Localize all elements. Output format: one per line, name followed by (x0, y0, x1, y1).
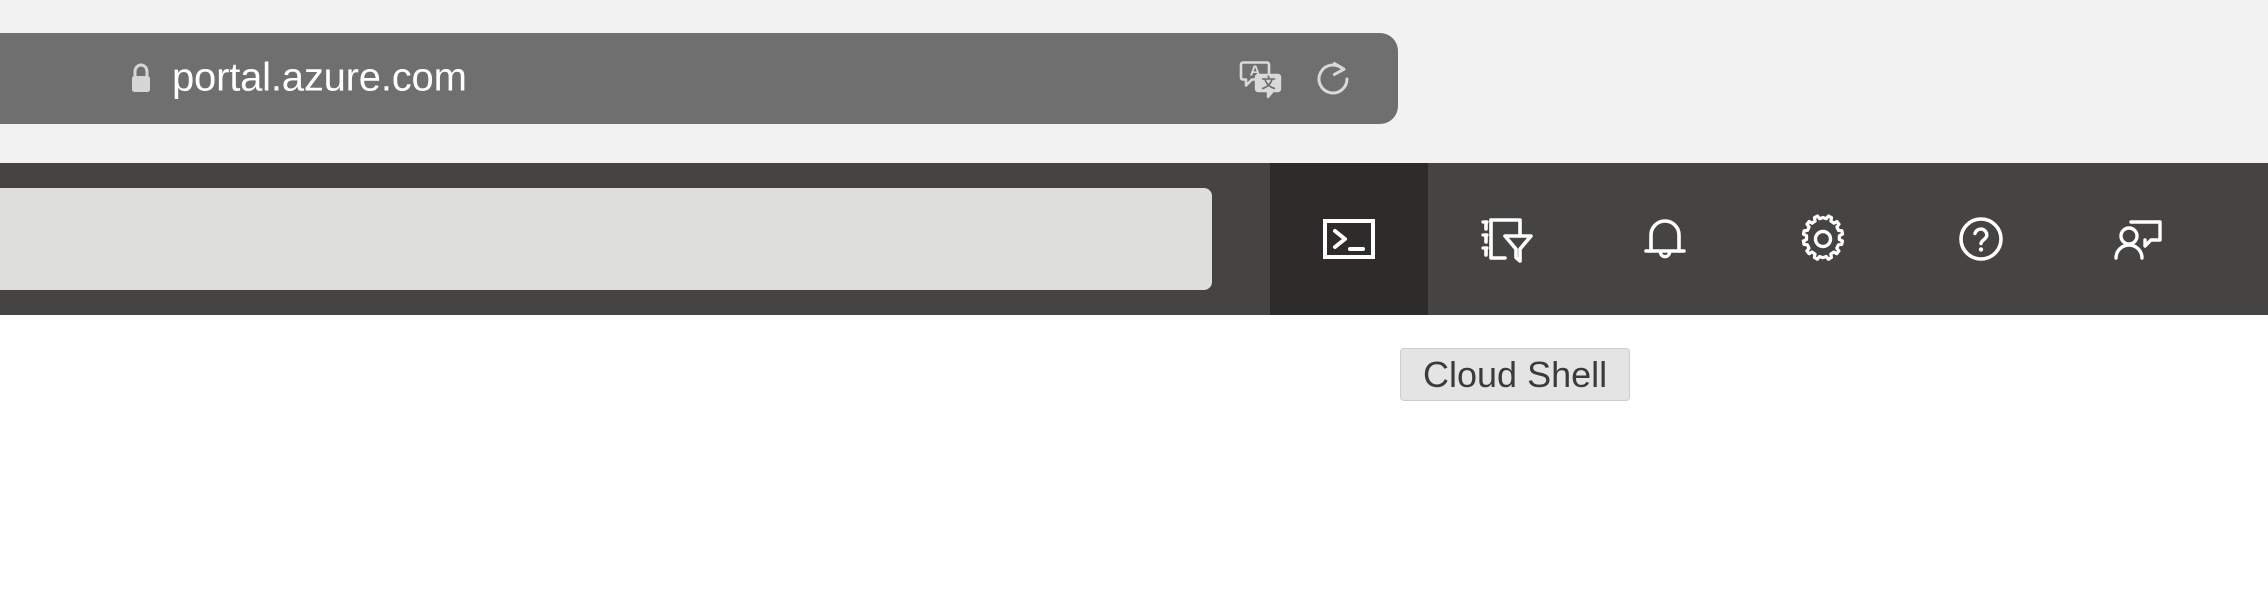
translate-icon[interactable]: A 文 (1238, 56, 1284, 102)
directories-subscriptions-button[interactable] (1428, 163, 1586, 315)
lock-icon (128, 62, 154, 96)
global-search[interactable] (0, 188, 1212, 290)
address-bar-actions: A 文 (1238, 56, 1356, 102)
toolbar-actions (1270, 163, 2218, 315)
svg-text:文: 文 (1262, 75, 1277, 91)
cloud-shell-tooltip: Cloud Shell (1400, 348, 1631, 401)
address-bar[interactable]: portal.azure.com A 文 (0, 33, 1398, 124)
url-text: portal.azure.com (172, 55, 467, 100)
portal-top-toolbar (0, 163, 2268, 315)
directory-filter-icon (1477, 209, 1537, 269)
reload-icon[interactable] (1310, 56, 1356, 102)
gear-icon (1793, 209, 1853, 269)
cloud-shell-button[interactable] (1270, 163, 1428, 315)
browser-chrome: portal.azure.com A 文 (0, 0, 2268, 163)
help-button[interactable] (1902, 163, 2060, 315)
tooltip-text: Cloud Shell (1423, 353, 1608, 395)
portal-content-area (0, 315, 2268, 600)
bell-icon (1635, 209, 1695, 269)
notifications-button[interactable] (1586, 163, 1744, 315)
terminal-icon (1319, 209, 1379, 269)
search-input[interactable] (0, 188, 1212, 290)
question-circle-icon (1951, 209, 2011, 269)
feedback-button[interactable] (2060, 163, 2218, 315)
person-feedback-icon (2109, 209, 2169, 269)
settings-button[interactable] (1744, 163, 1902, 315)
